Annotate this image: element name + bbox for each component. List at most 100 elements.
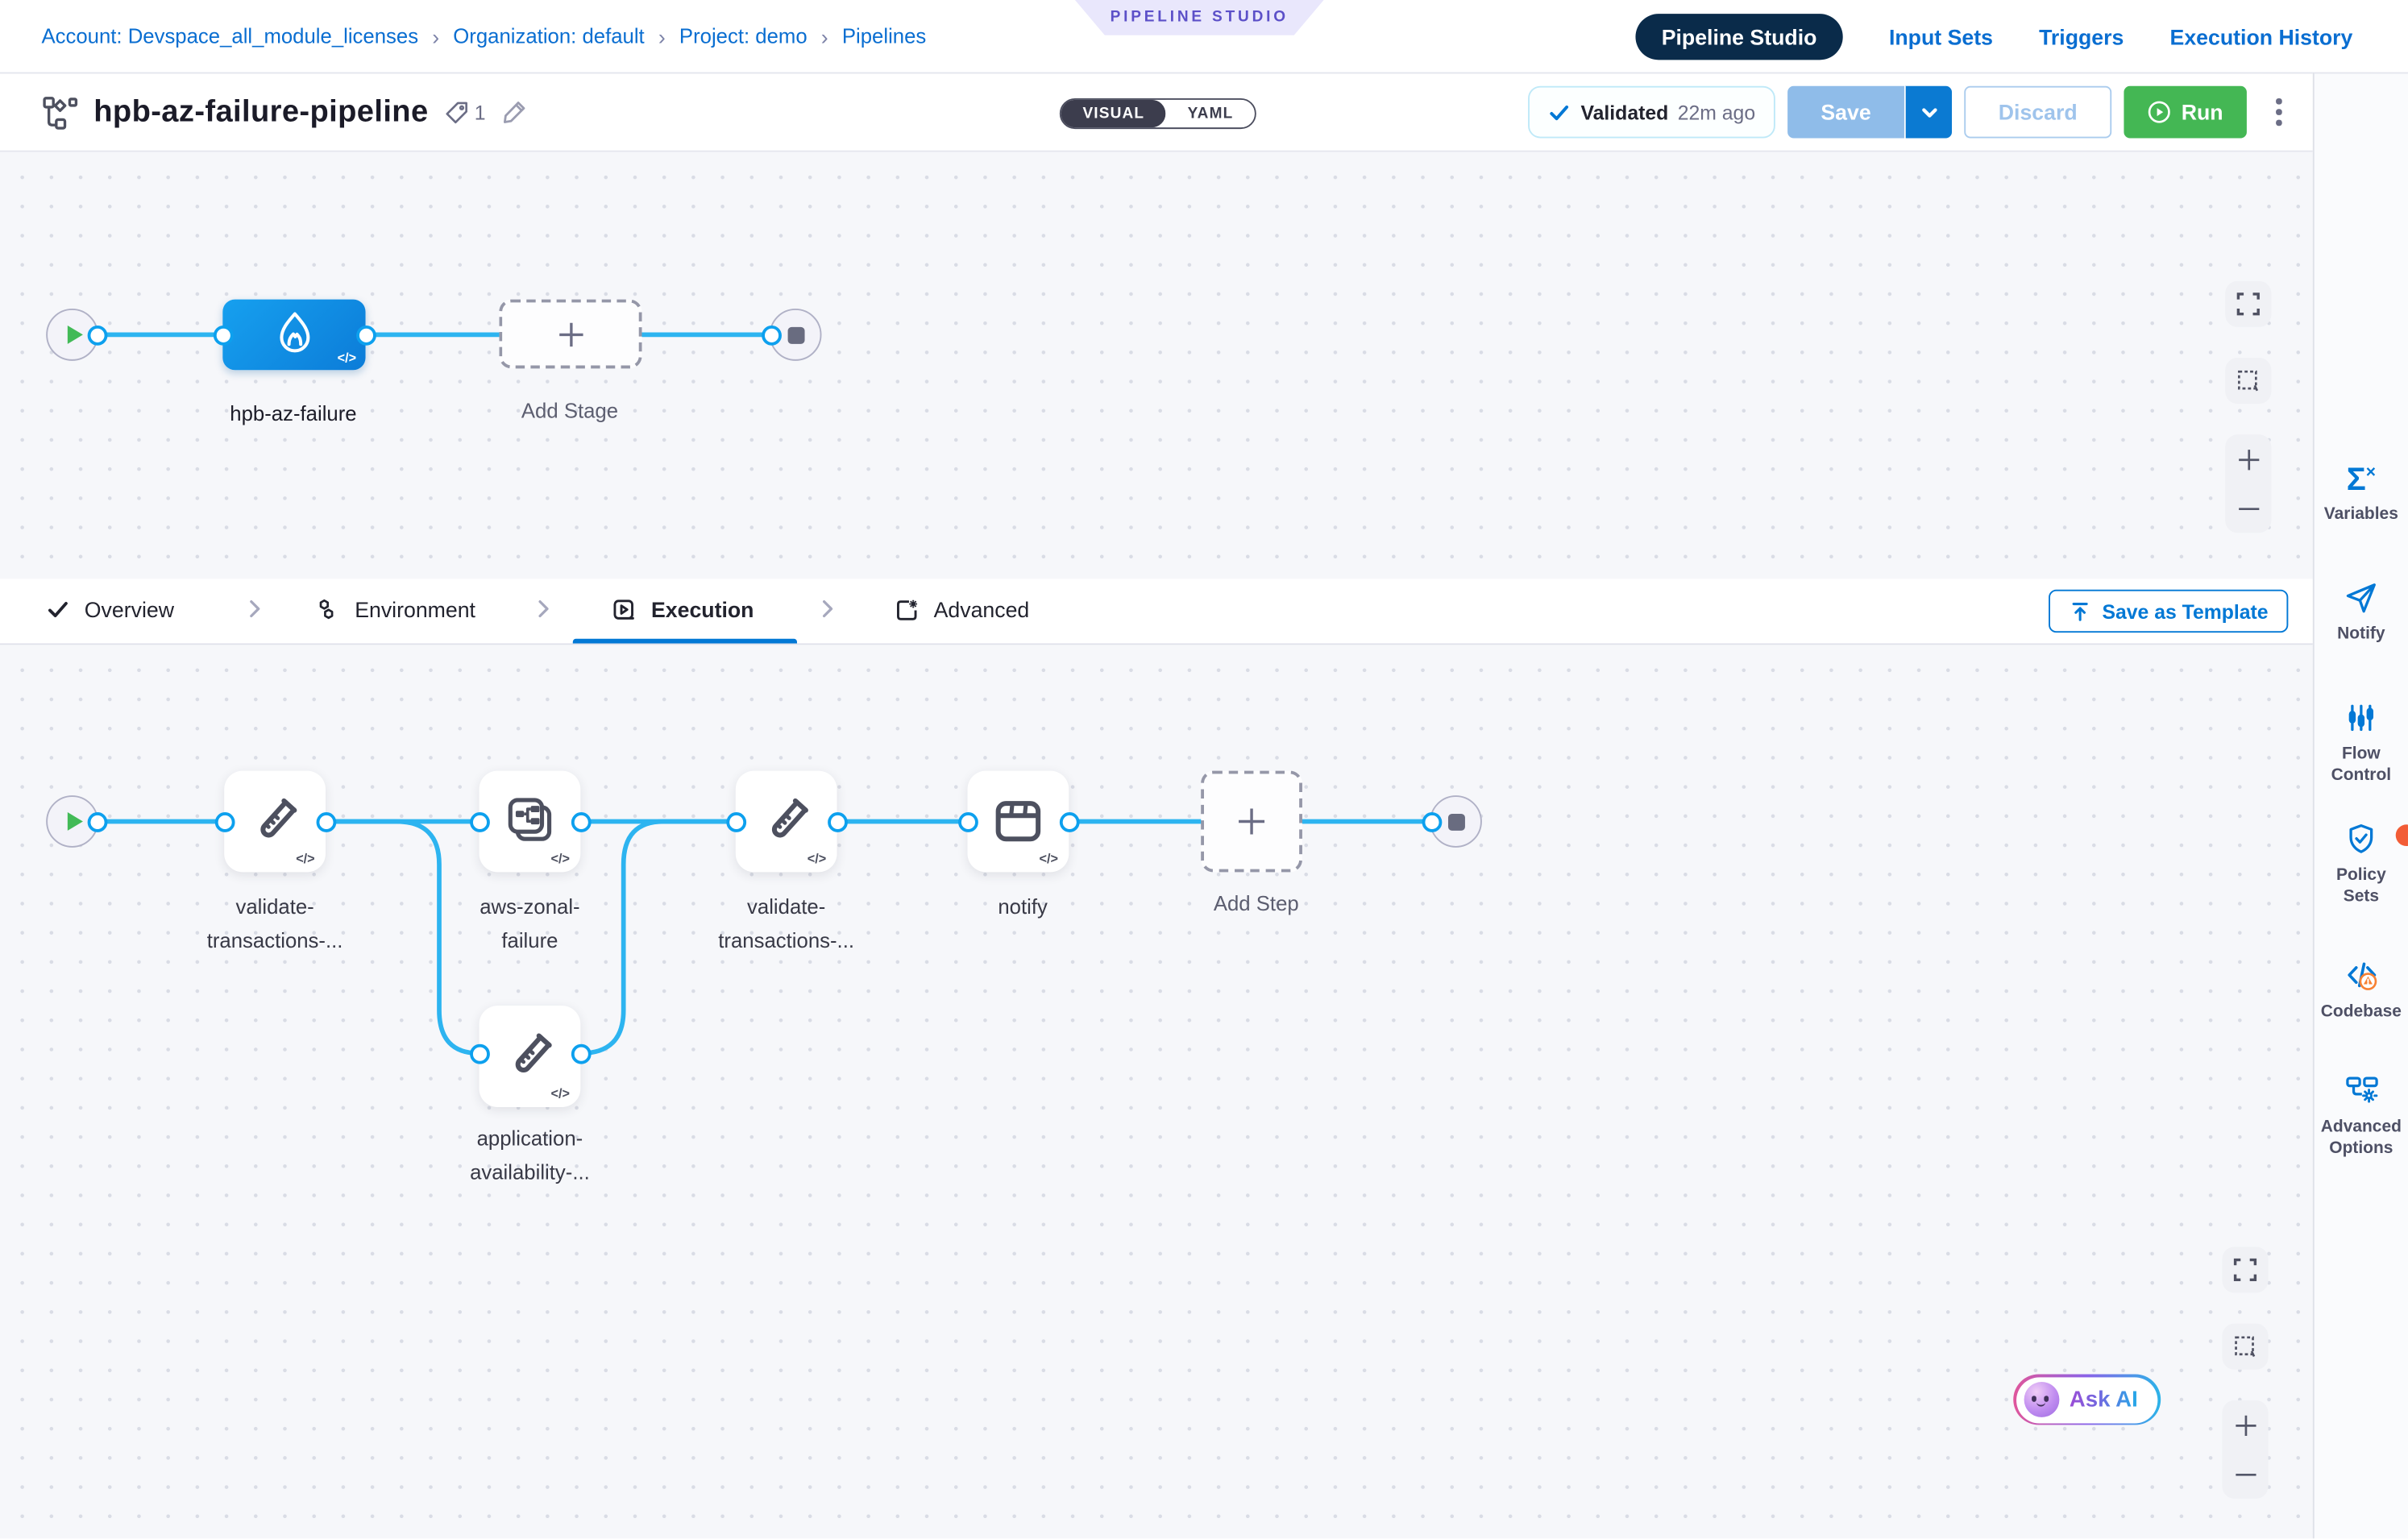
nav-pipeline-studio[interactable]: Pipeline Studio [1635, 13, 1842, 59]
step-card-aws-zonal-failure[interactable]: </> [480, 771, 581, 873]
sidebar-item-policy-sets[interactable]: Policy Sets [2315, 821, 2408, 907]
zoom-in-button[interactable] [2222, 1400, 2268, 1450]
advanced-box-gear-icon [894, 596, 920, 622]
save-as-template-button[interactable]: Save as Template [2049, 590, 2289, 633]
toggle-visual[interactable]: VISUAL [1061, 100, 1166, 127]
paper-plane-icon [2344, 580, 2379, 616]
add-stage-button[interactable] [499, 300, 641, 369]
run-button[interactable]: Run [2124, 86, 2246, 139]
tab-overview-label: Overview [85, 597, 174, 621]
app-root: Account: Devspace_all_module_licenses › … [0, 0, 2408, 1538]
chaos-flame-icon [268, 309, 321, 361]
chevron-right-icon [243, 597, 266, 620]
fit-to-screen-button[interactable] [2222, 1247, 2268, 1292]
breadcrumb-separator: › [432, 24, 439, 48]
connector-dot [213, 325, 233, 345]
step-card-notify[interactable]: </> [968, 771, 1069, 873]
test-tube-icon [246, 792, 304, 850]
marquee-select-icon [2233, 1334, 2257, 1359]
step-card-application-availability[interactable]: </> [480, 1006, 581, 1107]
breadcrumb-pipelines[interactable]: Pipelines [842, 24, 926, 48]
sidebar-item-notify[interactable]: Notify [2315, 580, 2408, 645]
plus-icon [2236, 446, 2261, 472]
nav-input-sets[interactable]: Input Sets [1889, 24, 1993, 48]
chevron-right-icon [531, 597, 554, 620]
flow-control-sliders-icon [2344, 700, 2379, 736]
connector-dot [87, 811, 107, 832]
run-label: Run [2182, 100, 2223, 124]
zoom-out-button[interactable] [2222, 1450, 2268, 1499]
step-card-validate-transactions-2[interactable]: </> [736, 771, 837, 873]
validated-time: 22m ago [1678, 101, 1755, 124]
connector-dot [214, 811, 235, 832]
shield-check-icon [2344, 821, 2379, 857]
fit-to-screen-button[interactable] [2225, 281, 2271, 327]
sidebar-item-label: Advanced Options [2319, 1116, 2405, 1159]
add-step-button[interactable] [1201, 771, 1302, 873]
tab-execution-label: Execution [651, 597, 754, 621]
more-options-kebab[interactable] [2265, 86, 2293, 139]
main-area: hpb-az-failure-pipeline 1 VISUAL YAML [0, 73, 2313, 1539]
breadcrumb-organization[interactable]: Organization: default [453, 24, 644, 48]
multi-select-button[interactable] [2225, 358, 2271, 404]
ask-ai-label: Ask AI [2070, 1388, 2138, 1412]
sidebar-item-codebase[interactable]: Codebase [2315, 956, 2408, 1023]
sidebar-item-flow-control[interactable]: Flow Control [2315, 700, 2408, 786]
tab-advanced[interactable]: Advanced [894, 579, 1029, 640]
connector-dot [469, 1043, 489, 1064]
start-play-icon [67, 812, 82, 831]
sidebar-item-label: Notify [2319, 624, 2405, 645]
ask-ai-button[interactable]: Ask AI [2013, 1375, 2160, 1425]
sidebar-item-advanced-options[interactable]: Advanced Options [2315, 1072, 2408, 1159]
save-split-button: Save [1787, 86, 1952, 139]
breadcrumb-project[interactable]: Project: demo [679, 24, 808, 48]
save-as-template-label: Save as Template [2102, 599, 2268, 623]
tab-environment[interactable]: Environment [315, 579, 475, 640]
test-tube-icon [500, 1027, 558, 1085]
page-title: hpb-az-failure-pipeline [93, 94, 428, 130]
code-glyph: </> [296, 851, 314, 866]
pipeline-title-bar: hpb-az-failure-pipeline 1 VISUAL YAML [0, 73, 2313, 152]
discard-button[interactable]: Discard [1964, 86, 2111, 139]
test-tube-icon [757, 792, 815, 850]
stage-node-hpb-az-failure[interactable]: </> [222, 300, 365, 371]
sidebar-item-label: Flow Control [2319, 743, 2405, 786]
save-button[interactable]: Save [1787, 86, 1904, 139]
start-play-icon [67, 326, 82, 344]
check-icon [1548, 101, 1571, 124]
step-card-validate-transactions-1[interactable]: </> [224, 771, 326, 873]
zoom-in-button[interactable] [2225, 434, 2271, 483]
tab-execution[interactable]: Execution [611, 579, 754, 640]
edit-pencil-icon[interactable] [501, 98, 529, 126]
connector-dot [571, 811, 591, 832]
step-label: validate-transactions-... [679, 890, 894, 958]
sidebar-item-variables[interactable]: Σ× Variables [2315, 458, 2408, 525]
chevron-right-icon [816, 597, 839, 620]
tab-advanced-label: Advanced [934, 597, 1030, 621]
connector-dot [469, 811, 489, 832]
multi-select-button[interactable] [2222, 1324, 2268, 1370]
connector-dot [355, 325, 376, 345]
zoom-controls [2222, 1400, 2268, 1499]
zoom-out-button[interactable] [2225, 483, 2271, 533]
toggle-yaml[interactable]: YAML [1166, 100, 1255, 127]
code-glyph: </> [338, 350, 356, 365]
breadcrumb: Account: Devspace_all_module_licenses › … [41, 0, 926, 73]
nav-execution-history[interactable]: Execution History [2170, 24, 2353, 48]
breadcrumb-account[interactable]: Account: Devspace_all_module_licenses [41, 24, 418, 48]
codebase-warning-icon [2343, 956, 2380, 994]
sidebar-item-label: Codebase [2319, 1001, 2405, 1023]
tab-overview[interactable]: Overview [46, 579, 174, 640]
end-stop-icon [787, 326, 804, 343]
tags-indicator[interactable]: 1 [444, 99, 486, 125]
fullscreen-icon [2236, 292, 2261, 316]
stage-canvas[interactable]: </> hpb-az-failure Add Stage [0, 152, 2313, 579]
code-glyph: </> [808, 851, 826, 866]
advanced-options-icon [2343, 1072, 2380, 1109]
validated-badge[interactable]: Validated 22m ago [1529, 86, 1775, 139]
execution-canvas[interactable]: </> </> [0, 645, 2313, 1538]
nav-triggers[interactable]: Triggers [2039, 24, 2124, 48]
connector-dot [87, 325, 107, 345]
pipeline-studio-ribbon: PIPELINE STUDIO [1075, 0, 1324, 35]
save-dropdown-button[interactable] [1904, 86, 1952, 139]
